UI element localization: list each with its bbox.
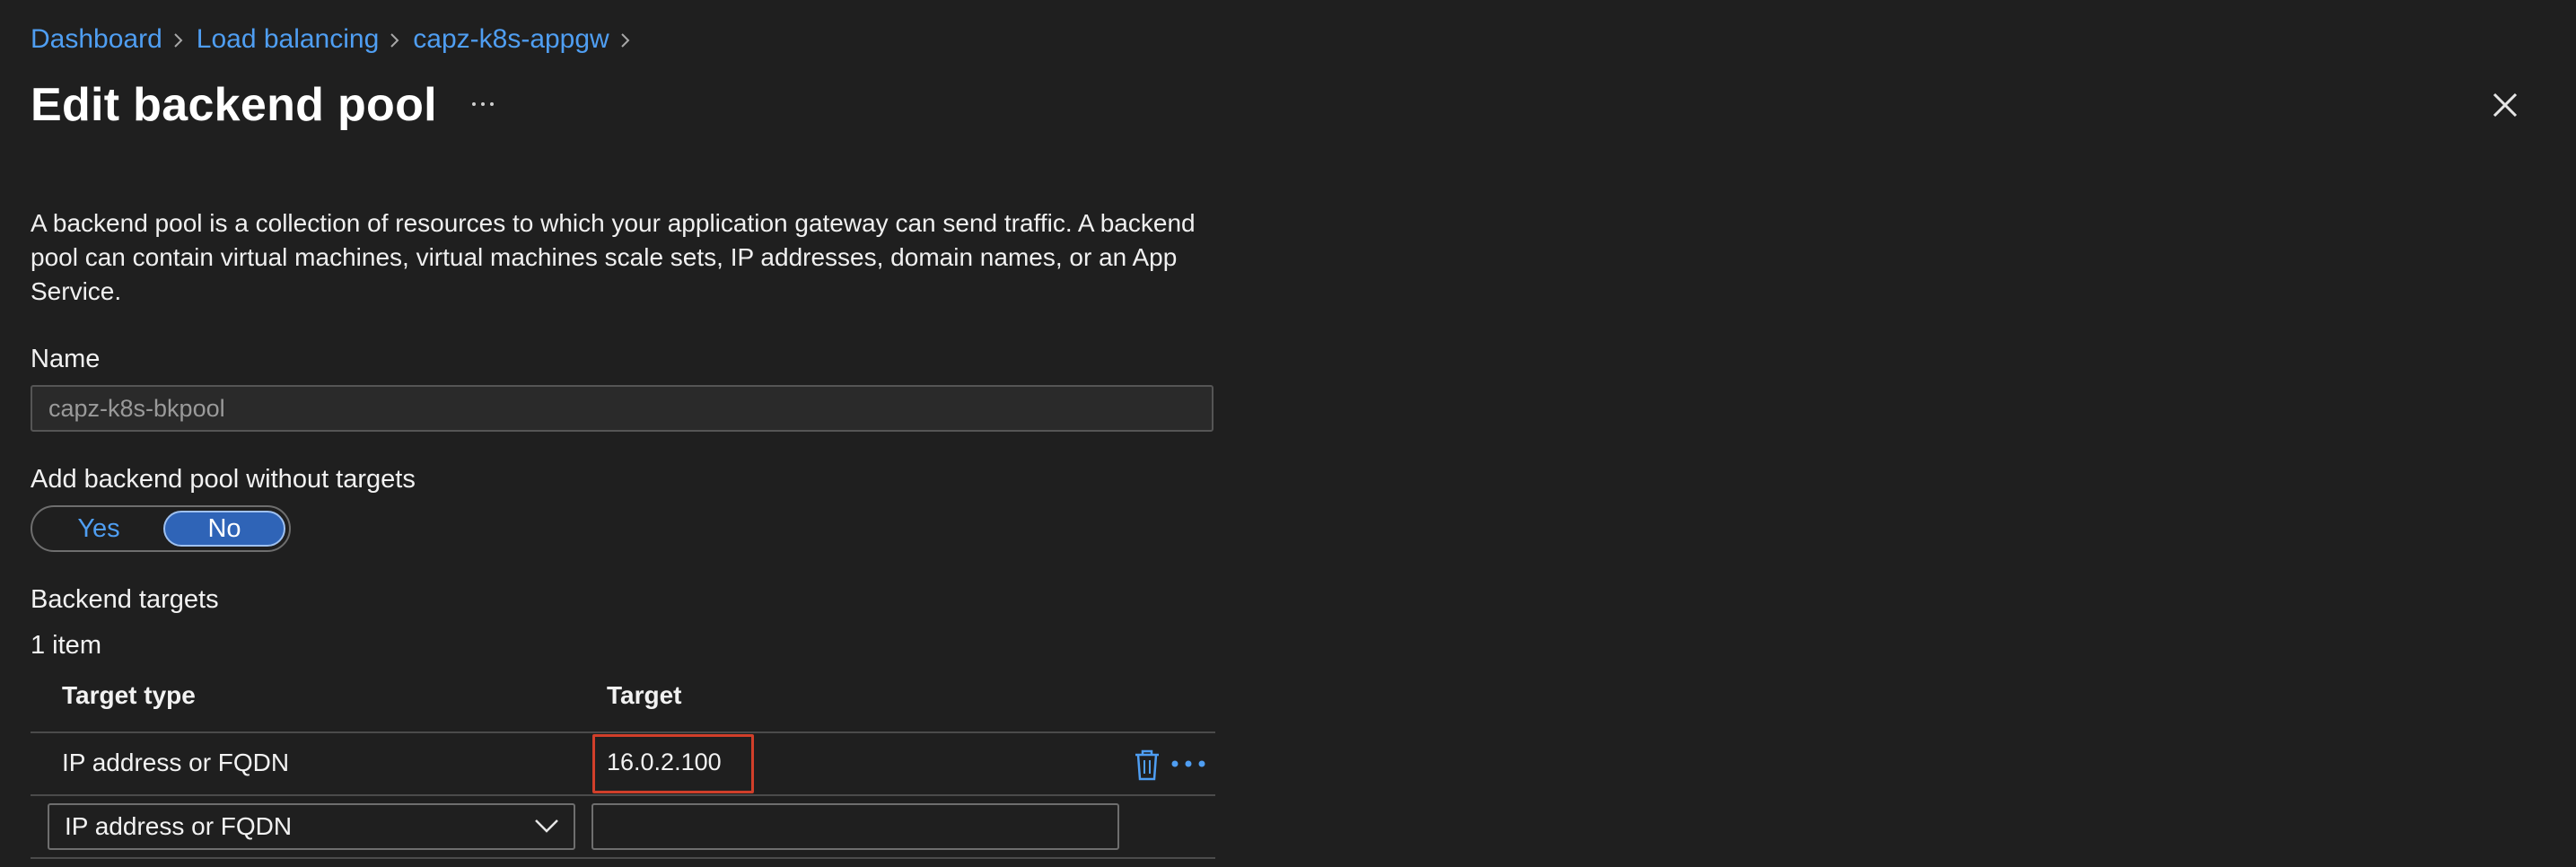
chevron-right-icon bbox=[609, 20, 644, 59]
breadcrumb-load-balancing[interactable]: Load balancing bbox=[197, 24, 380, 55]
name-label: Name bbox=[31, 345, 101, 373]
page-title: Edit backend pool bbox=[31, 79, 437, 131]
name-input[interactable]: capz-k8s-bkpool bbox=[31, 385, 1214, 432]
table-divider bbox=[31, 857, 1215, 859]
chevron-right-icon bbox=[379, 20, 413, 59]
close-icon[interactable] bbox=[2486, 86, 2524, 124]
target-type-select[interactable]: IP address or FQDN bbox=[48, 803, 575, 850]
table-divider bbox=[31, 731, 1215, 733]
toggle-option-yes[interactable]: Yes bbox=[36, 511, 162, 547]
table-divider bbox=[31, 794, 1215, 796]
target-type-select-value: IP address or FQDN bbox=[65, 812, 293, 840]
toggle-option-no[interactable]: No bbox=[163, 511, 285, 547]
without-targets-toggle: Yes No bbox=[31, 505, 291, 552]
delete-icon[interactable] bbox=[1133, 749, 1161, 781]
new-target-input[interactable] bbox=[591, 803, 1119, 850]
row-more-icon[interactable] bbox=[1169, 750, 1208, 777]
column-header-target-type: Target type bbox=[62, 681, 196, 709]
table-row-target-type: IP address or FQDN bbox=[62, 749, 290, 776]
breadcrumb-dashboard[interactable]: Dashboard bbox=[31, 24, 162, 55]
description-text: A backend pool is a collection of resour… bbox=[31, 209, 1196, 305]
item-count: 1 item bbox=[31, 631, 101, 660]
table-row-target[interactable]: 16.0.2.100 bbox=[607, 749, 722, 776]
chevron-right-icon bbox=[162, 20, 197, 59]
without-targets-label: Add backend pool without targets bbox=[31, 465, 416, 494]
backend-targets-label: Backend targets bbox=[31, 585, 219, 614]
breadcrumb: Dashboard Load balancing capz-k8s-appgw bbox=[31, 20, 644, 59]
ellipsis-icon[interactable] bbox=[465, 86, 501, 122]
chevron-down-icon bbox=[535, 819, 558, 833]
column-header-target: Target bbox=[607, 681, 682, 709]
breadcrumb-appgw[interactable]: capz-k8s-appgw bbox=[413, 24, 609, 55]
